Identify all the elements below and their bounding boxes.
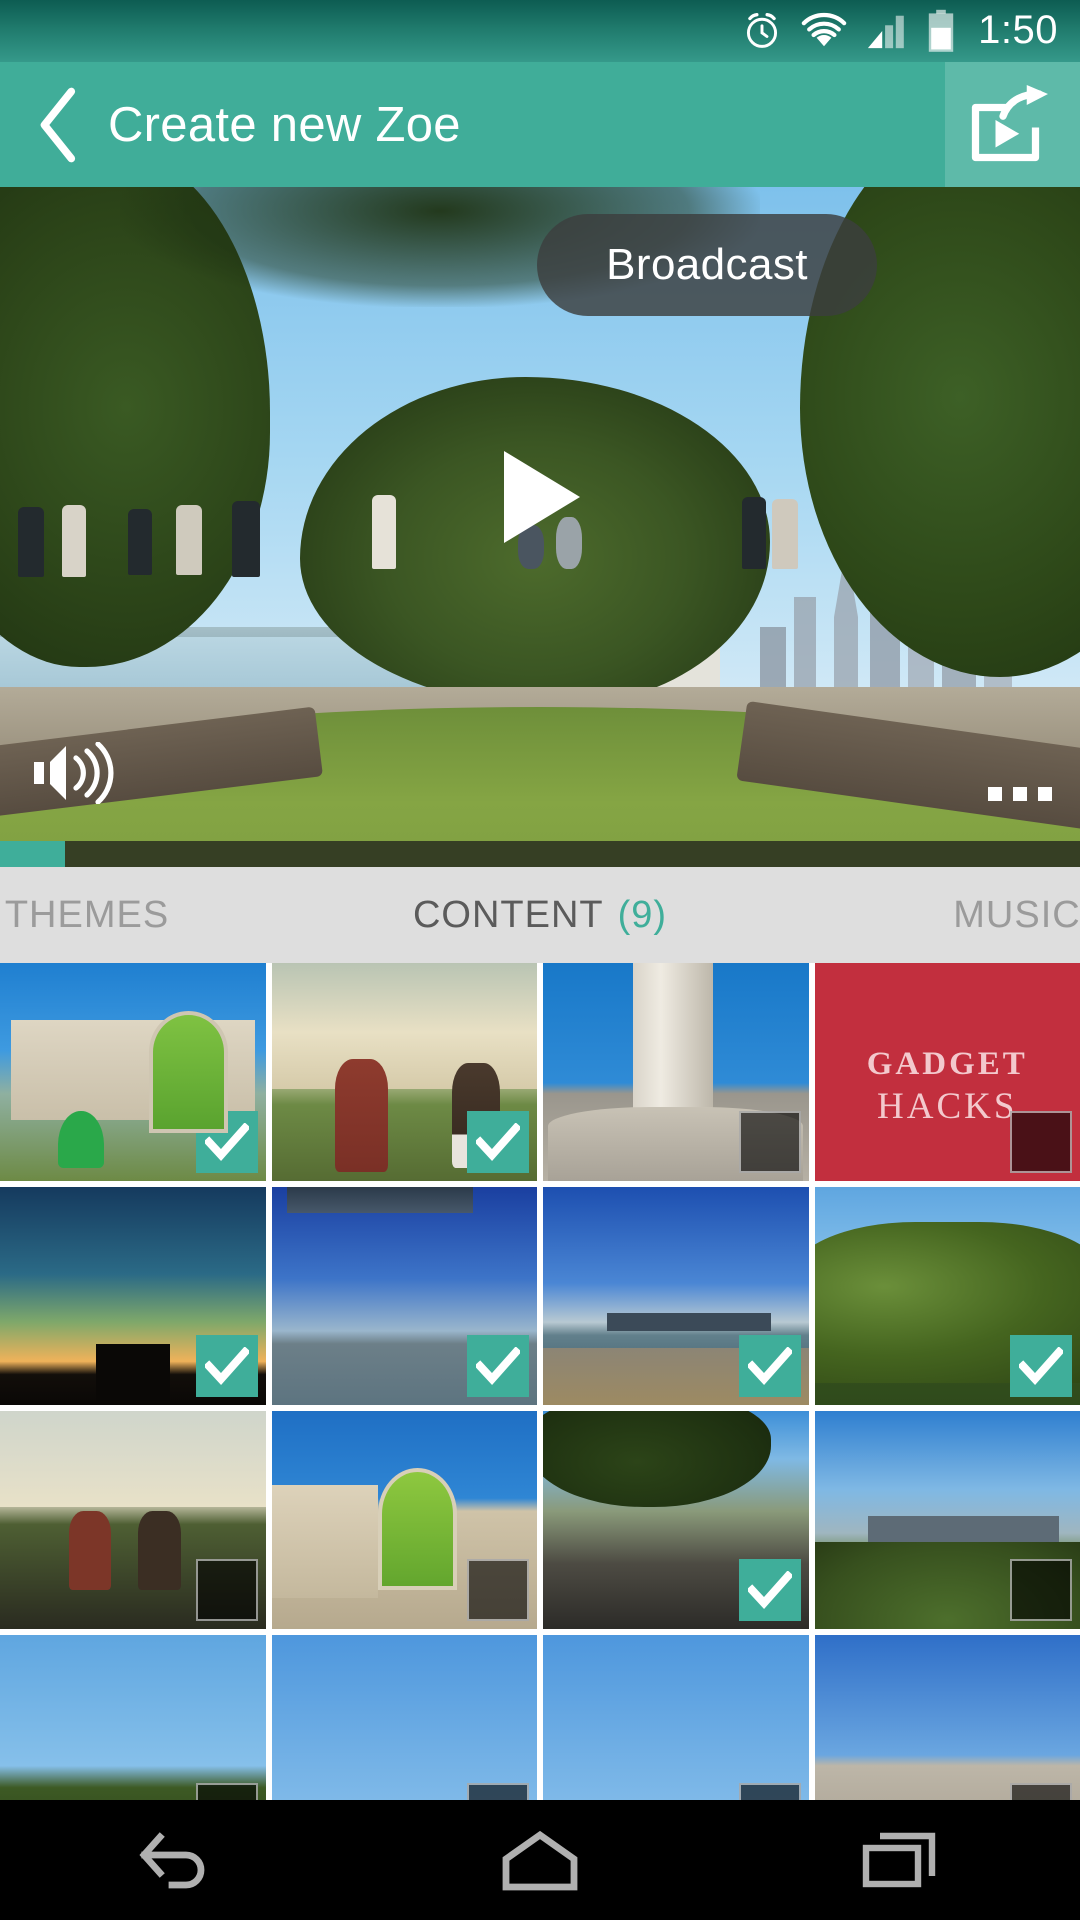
play-icon xyxy=(504,451,580,543)
tab-themes-label: THEMES xyxy=(4,893,170,936)
checkmark-icon xyxy=(747,1571,792,1609)
partial-row-item-3 xyxy=(543,1635,809,1800)
back-arrow-icon xyxy=(40,87,76,162)
tab-strip: THEMES CONTENT (9) MUSIC xyxy=(0,867,1080,963)
volume-on-icon xyxy=(34,741,114,805)
preview-person xyxy=(62,505,86,577)
alarm-icon xyxy=(747,13,778,48)
thumbnail-cell[interactable] xyxy=(814,1411,1080,1629)
wifi-icon xyxy=(801,12,847,47)
checkmark-icon xyxy=(204,1347,249,1385)
checkmark-icon xyxy=(476,1123,520,1161)
thumbnail-cell[interactable] xyxy=(271,963,537,1181)
broadcast-share-icon xyxy=(971,84,1048,161)
tab-music-label: MUSIC xyxy=(953,893,1080,936)
thumbnail-cell[interactable]: GADGET HACKS xyxy=(814,963,1080,1181)
preview-person xyxy=(372,495,396,569)
thumbnail-cell[interactable] xyxy=(543,1187,809,1405)
action-bar: Create new Zoe xyxy=(0,62,1080,187)
checkmark-icon xyxy=(1019,1347,1063,1385)
preview-person xyxy=(232,501,260,577)
thumbnail-cell[interactable] xyxy=(814,1187,1080,1405)
thumbnail-checkbox-unchecked[interactable] xyxy=(738,1111,801,1173)
status-bar: 1:50 xyxy=(0,0,1080,62)
thumbnail-checkbox-unchecked[interactable] xyxy=(1010,1783,1072,1800)
nav-home-button[interactable] xyxy=(440,1800,640,1920)
nav-recents-button[interactable] xyxy=(800,1800,1000,1920)
thumbnail-checkbox-unchecked[interactable] xyxy=(1010,1111,1072,1173)
thumbnail-checkbox-checked[interactable] xyxy=(738,1559,801,1621)
thumbnail-checkbox-unchecked[interactable] xyxy=(738,1783,801,1800)
thumbnail-checkbox-checked[interactable] xyxy=(195,1335,258,1397)
video-progress-bar[interactable] xyxy=(0,841,1080,867)
thumbnail-cell[interactable] xyxy=(814,1635,1080,1800)
thumbnail-cell[interactable] xyxy=(0,1187,266,1405)
tab-themes[interactable]: THEMES xyxy=(0,867,212,963)
thumbnail-cell[interactable] xyxy=(271,1411,537,1629)
thumbnail-checkbox-checked[interactable] xyxy=(467,1111,529,1173)
preview-person xyxy=(18,507,44,577)
checkmark-icon xyxy=(476,1347,520,1385)
status-bar-clock: 1:50 xyxy=(978,7,1058,52)
preview-person xyxy=(128,509,152,575)
back-button[interactable] xyxy=(0,62,118,187)
video-preview[interactable]: Broadcast xyxy=(0,187,1080,867)
volume-button[interactable] xyxy=(32,741,118,809)
broadcast-tooltip: Broadcast xyxy=(537,214,877,316)
nav-home-icon xyxy=(502,1830,578,1891)
thumbnail-cell[interactable] xyxy=(0,963,266,1181)
play-button[interactable] xyxy=(494,447,586,552)
broadcast-button[interactable] xyxy=(945,62,1080,187)
video-progress-fill xyxy=(0,841,65,867)
more-options-icon xyxy=(1013,787,1027,801)
nav-recents-icon xyxy=(862,1832,936,1888)
thumbnail-cell[interactable] xyxy=(271,1635,537,1800)
preview-person xyxy=(742,497,766,569)
thumbnail-checkbox-checked[interactable] xyxy=(1010,1335,1072,1397)
tab-content[interactable]: CONTENT (9) xyxy=(413,867,667,963)
tab-content-label: CONTENT xyxy=(412,893,604,936)
thumbnail-checkbox-unchecked[interactable] xyxy=(1010,1559,1072,1621)
thumbnail-cell[interactable] xyxy=(0,1635,266,1800)
thumbnail-checkbox-checked[interactable] xyxy=(738,1335,801,1397)
broadcast-tooltip-label: Broadcast xyxy=(606,240,808,289)
thumbnail-checkbox-unchecked[interactable] xyxy=(195,1559,258,1621)
partial-row-item-2 xyxy=(271,1635,537,1800)
more-options-icon xyxy=(988,787,1002,801)
tab-content-count: (9) xyxy=(617,893,668,936)
thumbnail-checkbox-unchecked[interactable] xyxy=(467,1559,529,1621)
preview-person xyxy=(176,505,202,575)
partial-row-item-4 xyxy=(814,1635,1080,1800)
thumbnail-cell[interactable] xyxy=(543,963,809,1181)
thumbnail-checkbox-checked[interactable] xyxy=(467,1335,529,1397)
checkmark-icon xyxy=(747,1347,792,1385)
thumbnail-cell[interactable] xyxy=(543,1411,809,1629)
thumbnail-checkbox-unchecked[interactable] xyxy=(195,1783,258,1800)
content-thumbnail-grid: GADGET HACKS xyxy=(0,963,1080,1800)
thumbnail-cell[interactable] xyxy=(0,1411,266,1629)
cellular-signal-icon xyxy=(868,15,904,49)
preview-person xyxy=(772,499,798,569)
partial-row-item-1 xyxy=(0,1635,266,1800)
more-options-icon xyxy=(1038,787,1052,801)
page-title: Create new Zoe xyxy=(108,97,461,152)
thumbnail-checkbox-unchecked[interactable] xyxy=(467,1783,529,1800)
battery-icon xyxy=(928,9,954,52)
more-options-button[interactable] xyxy=(988,787,1052,801)
thumbnail-cell[interactable] xyxy=(543,1635,809,1800)
nav-back-button[interactable] xyxy=(80,1800,280,1920)
nav-back-icon xyxy=(139,1832,205,1889)
phone-screen: 1:50 Create new Zoe Broadcast THEMES CON… xyxy=(0,0,1080,1920)
android-navigation-bar xyxy=(0,1800,1080,1920)
thumbnail-cell[interactable] xyxy=(271,1187,537,1405)
tab-music[interactable]: MUSIC xyxy=(892,867,1080,963)
